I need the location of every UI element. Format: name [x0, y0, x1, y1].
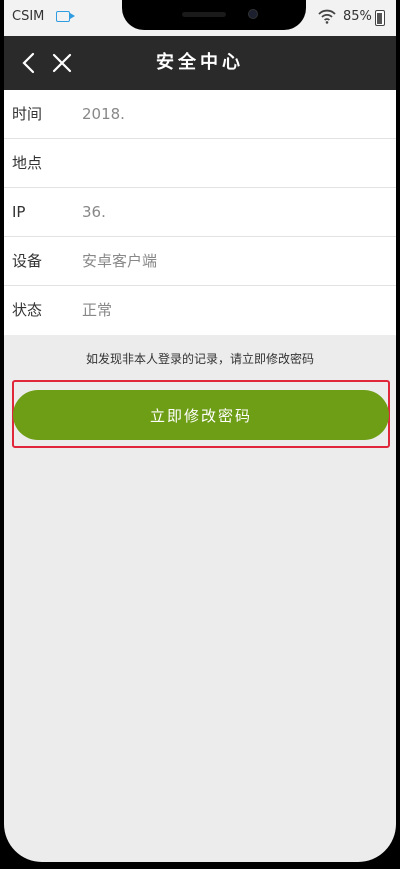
info-row-time: 时间 2018. [4, 90, 396, 139]
info-value: 正常 [82, 301, 113, 319]
page-title: 安全中心 [156, 52, 244, 73]
info-row-status: 状态 正常 [4, 286, 396, 335]
info-value: 安卓客户端 [82, 252, 158, 270]
speaker-grille [182, 12, 226, 17]
status-bar: CSIM 85% [4, 0, 396, 36]
carrier-label: CSIM [12, 9, 45, 24]
wifi-icon [318, 9, 336, 24]
security-notice: 如发现非本人登录的记录，请立即修改密码 [85, 352, 314, 366]
battery-percent: 85% [343, 9, 372, 24]
info-label: IP [12, 203, 26, 221]
phone-frame: CSIM 85% 安全中心 时间 2018. 地点 IP 36. 设备 安卓客户… [0, 0, 400, 869]
info-row-location: 地点 [4, 139, 396, 188]
info-row-ip: IP 36. [4, 188, 396, 237]
battery-icon [375, 10, 385, 26]
camera-notch [122, 0, 306, 30]
info-label: 地点 [12, 154, 43, 172]
screen: CSIM 85% 安全中心 时间 2018. 地点 IP 36. 设备 安卓客户… [4, 0, 396, 862]
screen-cast-icon [56, 11, 75, 22]
info-label: 时间 [12, 105, 43, 123]
change-password-button[interactable]: 立即修改密码 [13, 390, 389, 440]
info-value: 36. [82, 203, 106, 221]
info-value: 2018. [82, 105, 125, 123]
title-bar: 安全中心 [4, 36, 396, 90]
front-camera-icon [248, 9, 258, 19]
info-row-device: 设备 安卓客户端 [4, 237, 396, 286]
login-info-list: 时间 2018. 地点 IP 36. 设备 安卓客户端 状态 正常 [4, 90, 396, 335]
info-label: 设备 [12, 252, 43, 270]
info-label: 状态 [12, 301, 43, 319]
